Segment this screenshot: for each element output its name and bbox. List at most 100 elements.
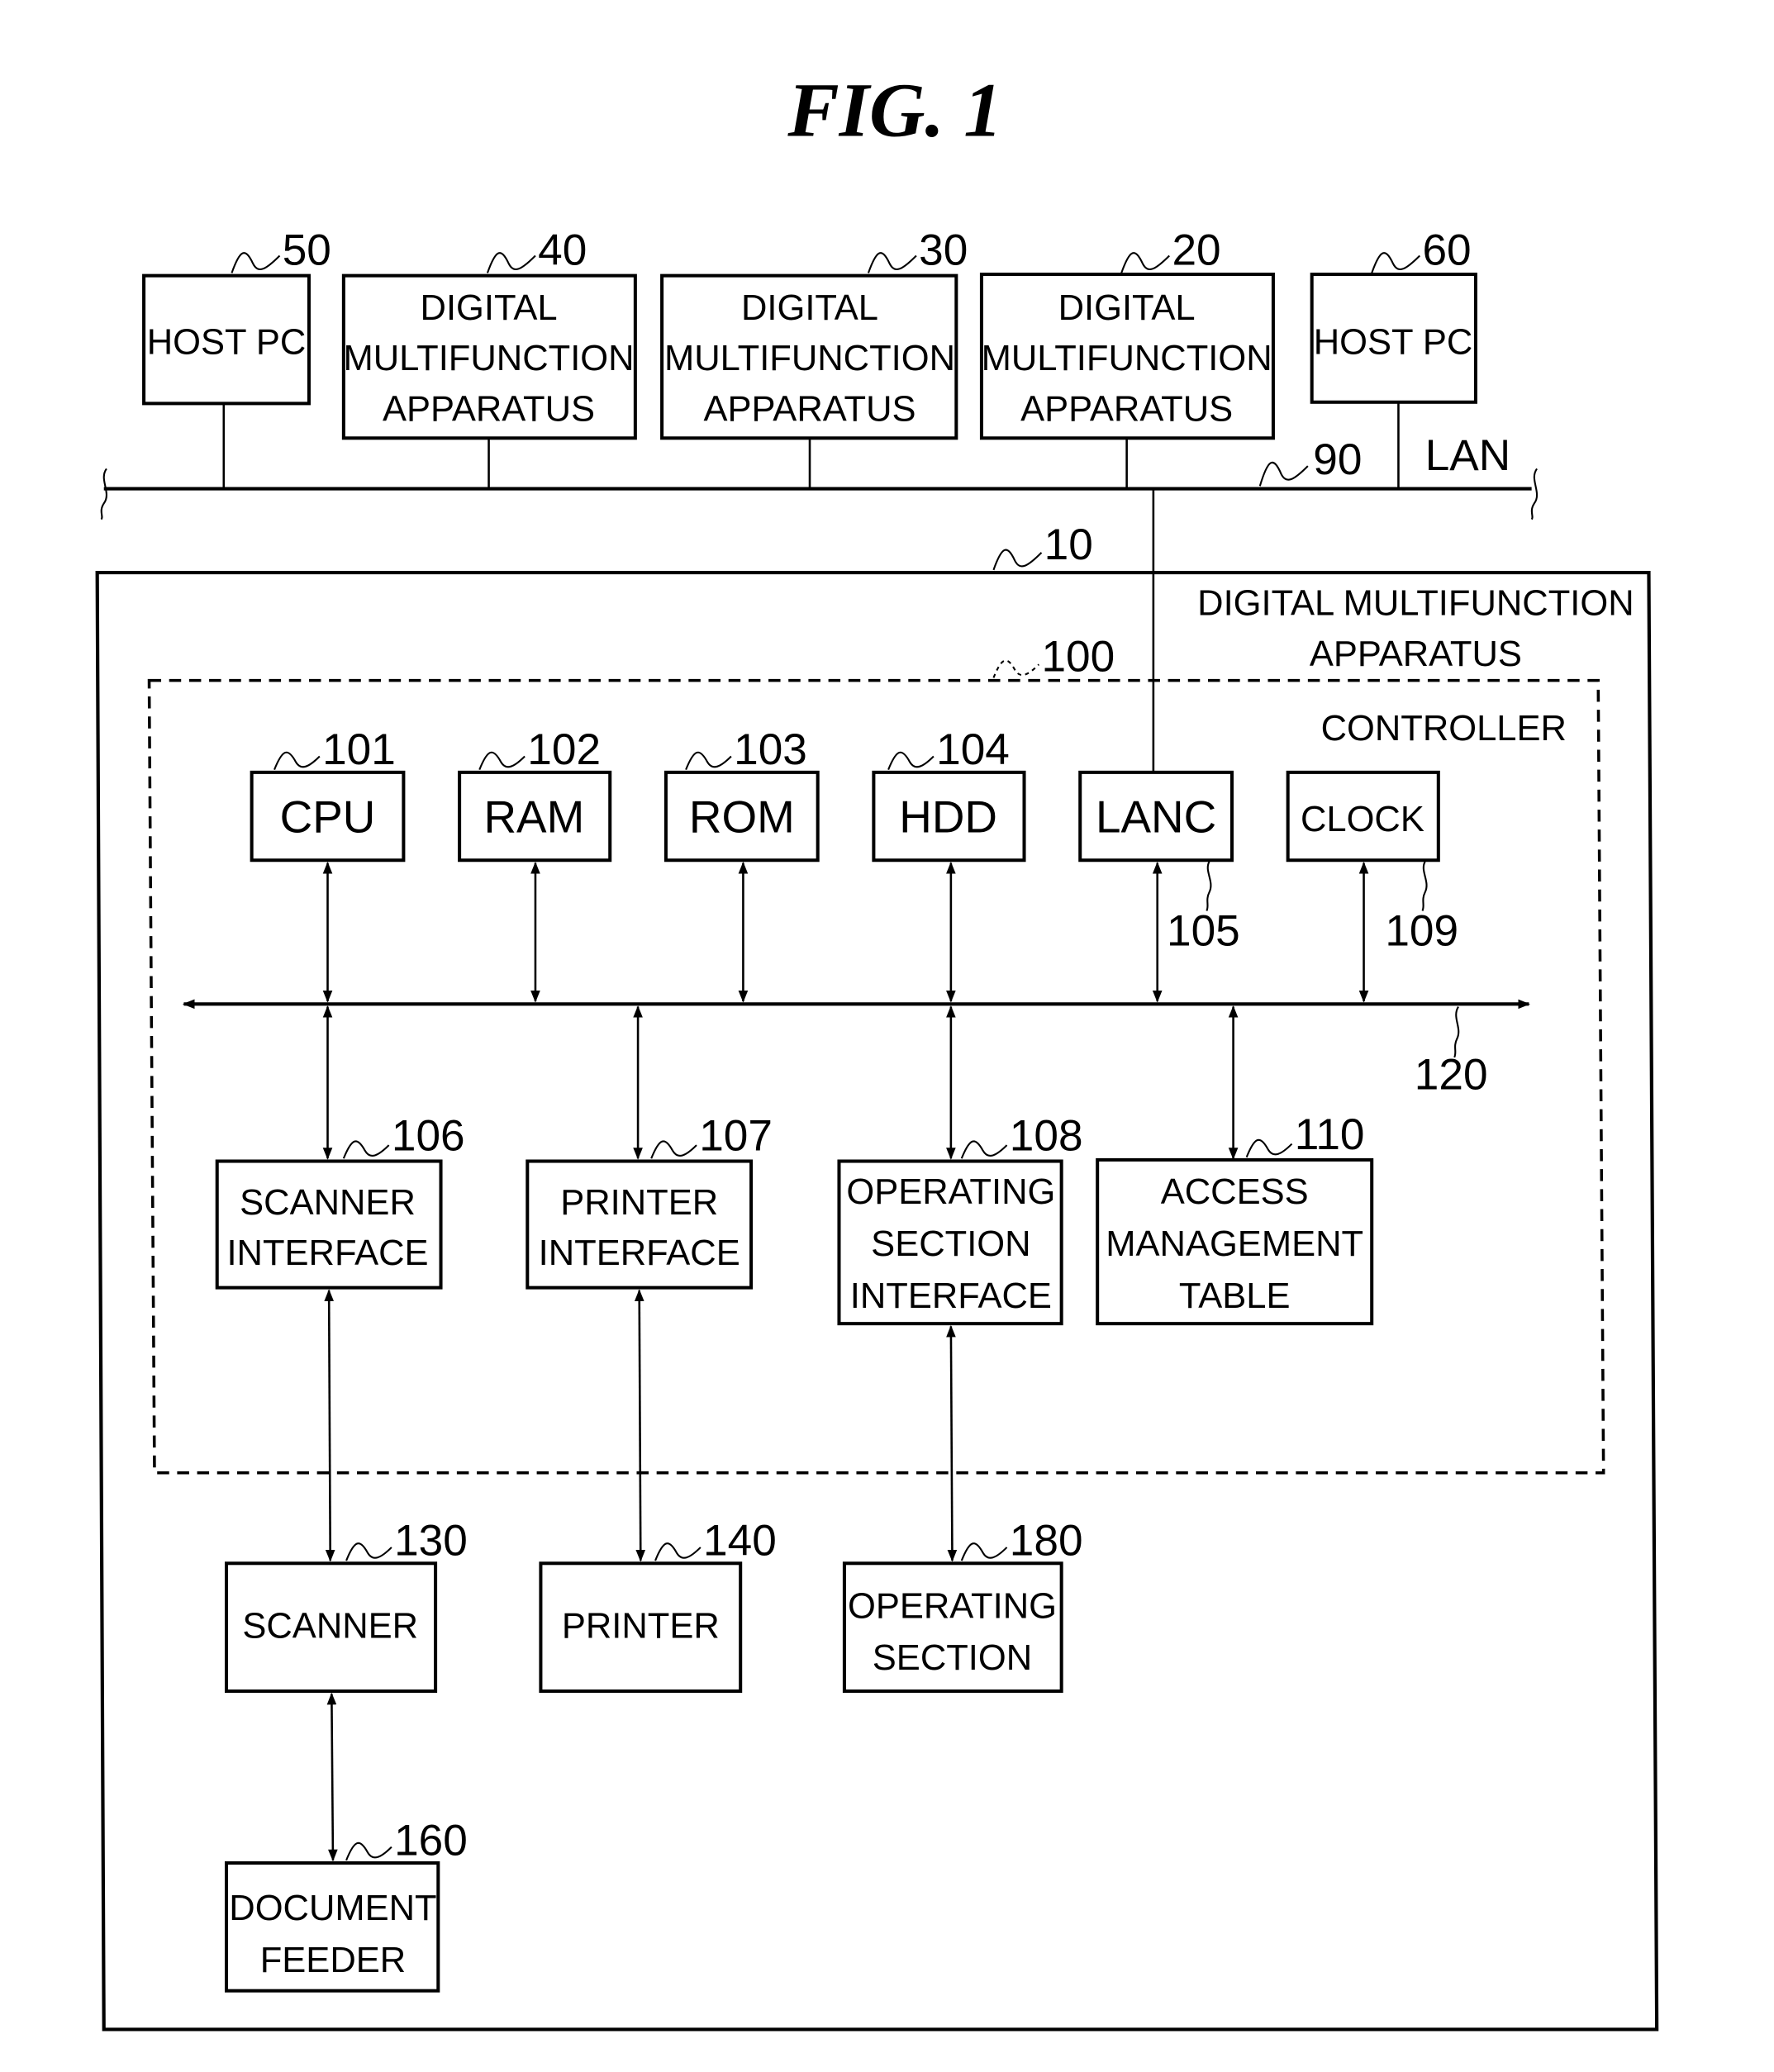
ref-leader-102 xyxy=(478,751,526,771)
operating-if-to-operating-arrow xyxy=(946,1324,958,1562)
ref-103: 103 xyxy=(734,725,807,774)
ref-leader-106 xyxy=(342,1140,390,1159)
unit-rom-103: ROM 103 xyxy=(663,725,820,1003)
ref-50: 50 xyxy=(283,226,331,275)
ref-leader-30 xyxy=(867,252,917,273)
unit-clock-109: CLOCK 109 xyxy=(1286,770,1458,1003)
ref-160: 160 xyxy=(394,1816,468,1865)
lan-break-left-icon xyxy=(100,468,107,520)
lanc-label: LANC xyxy=(1096,791,1216,842)
mfp-40-line2: MULTIFUNCTION xyxy=(344,339,635,378)
lan-break-right-icon xyxy=(1530,468,1539,520)
ref-101: 101 xyxy=(322,725,396,774)
document-feeder-160: DOCUMENT FEEDER 160 xyxy=(225,1692,468,1993)
ref-leader-50 xyxy=(231,252,281,273)
ref-108: 108 xyxy=(1010,1112,1083,1161)
hdd-label: HDD xyxy=(899,791,997,842)
mfp-40-line3: APPARATUS xyxy=(383,389,595,429)
mfp-30-line3: APPARATUS xyxy=(703,389,916,429)
printer-interface-107: PRINTER INTERFACE 107 xyxy=(526,1005,773,1290)
ref-leader-180 xyxy=(960,1542,1008,1561)
scanner-if-to-scanner-arrow xyxy=(324,1289,335,1562)
host-pc-50: HOST PC 50 xyxy=(142,226,331,489)
ref-leader-130 xyxy=(345,1542,392,1561)
ref-120: 120 xyxy=(1415,1050,1488,1099)
apparatus-label-line1: DIGITAL MULTIFUNCTION xyxy=(1197,584,1634,624)
access-management-table-line3: TABLE xyxy=(1179,1276,1291,1316)
ref-60: 60 xyxy=(1422,226,1471,275)
ref-leader-160 xyxy=(345,1842,392,1861)
document-feeder-line1: DOCUMENT xyxy=(229,1889,436,1928)
ref-leader-101 xyxy=(273,751,321,771)
scanner-interface-line1: SCANNER xyxy=(240,1183,416,1223)
mfp-20-line1: DIGITAL xyxy=(1058,288,1196,328)
operating-section-180: OPERATING SECTION 180 xyxy=(842,1324,1083,1694)
ref-leader-109 xyxy=(1421,861,1428,911)
unit-cpu-101: CPU 101 xyxy=(250,725,406,1003)
ref-leader-110 xyxy=(1245,1138,1293,1158)
operating-section-interface-line3: INTERFACE xyxy=(850,1276,1052,1316)
access-management-table-line1: ACCESS xyxy=(1161,1172,1309,1212)
ref-leader-103 xyxy=(685,751,732,771)
operating-section-interface-108: OPERATING SECTION INTERFACE 108 xyxy=(837,1005,1083,1326)
ref-leader-20 xyxy=(1120,252,1170,273)
mfp-30-line2: MULTIFUNCTION xyxy=(664,339,955,378)
ref-30: 30 xyxy=(919,226,968,275)
ram-label: RAM xyxy=(483,791,584,842)
ref-leader-140 xyxy=(654,1542,702,1561)
ref-leader-100 xyxy=(992,659,1039,678)
clock-label: CLOCK xyxy=(1301,800,1424,839)
ref-109: 109 xyxy=(1385,906,1458,955)
access-management-table-110: ACCESS MANAGEMENT TABLE 110 xyxy=(1096,1005,1374,1326)
mfp-20-line2: MULTIFUNCTION xyxy=(982,339,1272,378)
rom-label: ROM xyxy=(689,791,795,842)
ref-104: 104 xyxy=(936,725,1010,774)
apparatus-label-line2: APPARATUS xyxy=(1310,634,1522,674)
ref-40: 40 xyxy=(538,226,587,275)
ref-107: 107 xyxy=(699,1112,773,1161)
ref-10: 10 xyxy=(1044,520,1093,569)
document-feeder-line2: FEEDER xyxy=(260,1941,406,1980)
unit-hdd-104: HDD 104 xyxy=(872,725,1026,1003)
figure-title: FIG. 1 xyxy=(787,68,1002,153)
mfp-30: DIGITAL MULTIFUNCTION APPARATUS 30 xyxy=(660,226,968,489)
ref-130: 130 xyxy=(394,1517,468,1566)
ref-105: 105 xyxy=(1167,906,1240,955)
lan-network: LAN 90 xyxy=(100,431,1539,520)
unit-ram-102: RAM 102 xyxy=(458,725,612,1003)
mfp-40-line1: DIGITAL xyxy=(421,288,558,328)
printer-label: PRINTER xyxy=(562,1607,720,1647)
ref-102: 102 xyxy=(527,725,601,774)
mfp-40: DIGITAL MULTIFUNCTION APPARATUS 40 xyxy=(341,226,637,489)
operating-section-interface-line2: SECTION xyxy=(871,1224,1030,1264)
ref-106: 106 xyxy=(392,1112,465,1161)
ref-leader-40 xyxy=(486,252,536,273)
controller-label: CONTROLLER xyxy=(1321,709,1567,748)
scanner-label: SCANNER xyxy=(242,1607,418,1647)
cpu-label: CPU xyxy=(280,791,376,842)
ref-leader-105 xyxy=(1206,861,1212,911)
ref-leader-108 xyxy=(960,1140,1008,1159)
printer-interface-line1: PRINTER xyxy=(560,1183,718,1223)
host-pc-50-label: HOST PC xyxy=(147,323,307,363)
ref-leader-90 xyxy=(1258,461,1309,487)
scanner-to-feeder-arrow xyxy=(326,1692,338,1862)
ref-leader-60 xyxy=(1371,252,1420,273)
ref-110: 110 xyxy=(1295,1110,1365,1159)
host-pc-60-label: HOST PC xyxy=(1314,323,1473,363)
ref-180: 180 xyxy=(1010,1517,1083,1566)
scanner-130: SCANNER 130 xyxy=(225,1289,468,1694)
ref-leader-10 xyxy=(992,549,1043,571)
mfp-20-line3: APPARATUS xyxy=(1020,389,1233,429)
operating-section-line1: OPERATING xyxy=(848,1586,1057,1626)
system-bus-120: 120 xyxy=(182,999,1530,1099)
scanner-interface-106: SCANNER INTERFACE 106 xyxy=(215,1005,465,1290)
scanner-interface-line2: INTERFACE xyxy=(226,1233,428,1273)
lan-label: LAN xyxy=(1425,431,1510,480)
ref-140: 140 xyxy=(703,1517,777,1566)
mfp-20: DIGITAL MULTIFUNCTION APPARATUS 20 xyxy=(979,226,1275,489)
unit-lanc-105: LANC 105 xyxy=(1078,770,1240,1003)
printer-140: PRINTER 140 xyxy=(539,1289,777,1694)
ref-100: 100 xyxy=(1041,632,1115,681)
ref-20: 20 xyxy=(1172,226,1220,275)
